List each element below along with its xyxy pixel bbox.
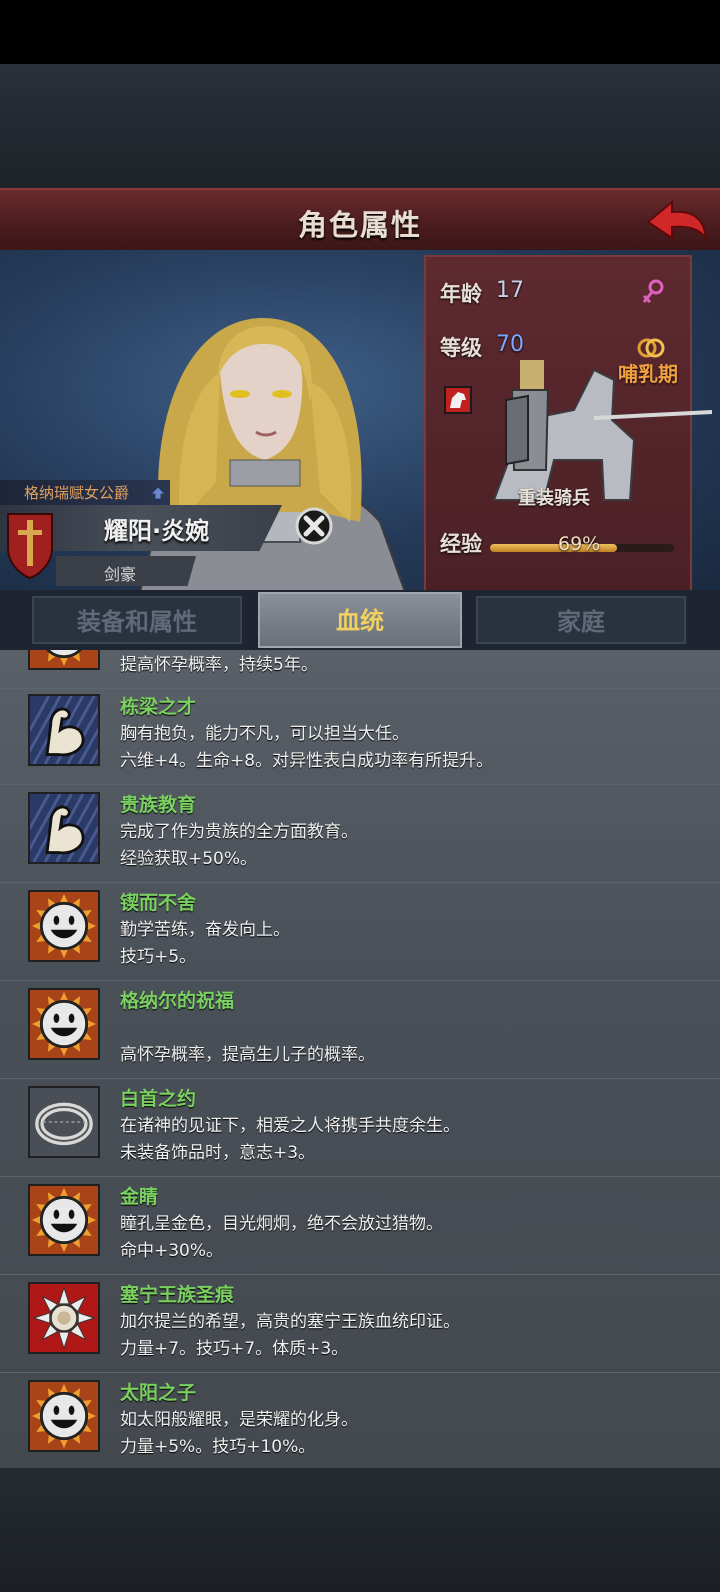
trait-effect: 命中+30%。 <box>120 1241 224 1261</box>
trait-effect: 技巧+5。 <box>120 947 197 967</box>
noble-title: 格纳瑞赋女公爵 <box>0 480 170 506</box>
trait-name: 金睛 <box>120 1186 159 1208</box>
status-bar <box>0 0 720 64</box>
trait-row[interactable]: 锲而不舍勤学苦练，奋发向上。 技巧+5。 <box>0 882 720 981</box>
trait-row[interactable]: 贵族教育完成了作为贵族的全方面教育。 经验获取+50%。 <box>0 784 720 883</box>
trait-row[interactable]: 太阳之子如太阳般耀眼，是荣耀的化身。 力量+5%。技巧+10%。 <box>0 1372 720 1468</box>
trait-list[interactable]: 提高怀孕概率，持续5年。 栋梁之才胸有抱负，能力不凡，可以担当大任。六维+4。生命… <box>0 650 720 1468</box>
trait-effect: 未装备饰品时，意志+3。 <box>120 1143 316 1163</box>
sun-face-icon <box>28 1380 100 1452</box>
trait-row[interactable]: 塞宁王族圣痕加尔提兰的希望，高贵的塞宁王族血统印证。 力量+7。技巧+7。体质+3… <box>0 1274 720 1373</box>
trait-effect: 力量+7。技巧+7。体质+3。 <box>120 1339 349 1359</box>
trait-description: 在诸神的见证下，相爱之人将携手共度余生。 <box>120 1116 460 1136</box>
trait-name: 白首之约 <box>120 1088 197 1110</box>
close-icon[interactable] <box>294 506 334 546</box>
trait-name: 锲而不舍 <box>120 892 197 914</box>
cavalry-badge-icon <box>444 386 472 414</box>
trait-description: 加尔提兰的希望，高贵的塞宁王族血统印证。 <box>120 1312 460 1332</box>
sun-face-icon <box>28 988 100 1060</box>
crest-shield-icon <box>7 513 53 580</box>
trait-description: 瞳孔呈金色，目光炯炯，绝不会放过猎物。 <box>120 1214 443 1234</box>
trait-description: 勤学苦练，奋发向上。 <box>120 920 290 940</box>
tab-bar: 装备和属性 血统 家庭 <box>0 590 720 650</box>
exp-value: 69% <box>558 533 601 555</box>
back-arrow-icon[interactable] <box>642 196 710 246</box>
trait-effect: 六维+4。生命+8。对异性表白成功率有所提升。 <box>120 751 494 771</box>
level-label: 等级 <box>440 336 482 360</box>
bottom-background <box>0 1468 720 1592</box>
tab-family[interactable]: 家庭 <box>476 596 686 644</box>
age-value: 17 <box>496 278 524 303</box>
top-background <box>0 64 720 188</box>
unit-type-label: 重装骑兵 <box>518 488 590 509</box>
rank-up-icon <box>150 486 166 500</box>
tab-bloodline[interactable]: 血统 <box>258 592 462 648</box>
ring-icon <box>28 1086 100 1158</box>
trait-description: 完成了作为贵族的全方面教育。 <box>120 822 358 842</box>
title-bar: 角色属性 <box>0 188 720 252</box>
trait-effect: 高怀孕概率，提高生儿子的概率。 <box>120 1045 375 1065</box>
page-title: 角色属性 <box>297 208 422 242</box>
trait-description: 提高怀孕概率，持续5年。 <box>120 655 318 675</box>
holy-sun-emblem-icon <box>28 1282 100 1354</box>
tab-equipment[interactable]: 装备和属性 <box>32 596 242 644</box>
sun-face-icon <box>28 1184 100 1256</box>
female-icon <box>642 279 664 304</box>
age-label: 年龄 <box>440 282 482 306</box>
trait-row[interactable]: 提高怀孕概率，持续5年。 <box>0 650 720 689</box>
trait-row[interactable]: 金睛瞳孔呈金色，目光炯炯，绝不会放过猎物。 命中+30%。 <box>0 1176 720 1275</box>
sun-face-icon <box>28 890 100 962</box>
character-name: 耀阳·炎婉 <box>104 517 210 545</box>
character-class: 剑豪 <box>104 565 137 584</box>
trait-name: 贵族教育 <box>120 794 197 816</box>
trait-name: 格纳尔的祝福 <box>120 990 235 1012</box>
trait-effect: 经验获取+50%。 <box>120 849 258 869</box>
trait-name: 栋梁之才 <box>120 696 197 718</box>
sun-face-icon <box>28 650 100 670</box>
trait-name: 塞宁王族圣痕 <box>120 1284 235 1306</box>
trait-description: 如太阳般耀眼，是荣耀的化身。 <box>120 1410 358 1430</box>
trait-row[interactable]: 白首之约在诸神的见证下，相爱之人将携手共度余生。 未装备饰品时，意志+3。 <box>0 1078 720 1177</box>
flexed-arm-icon <box>9 792 130 864</box>
trait-effect: 力量+5%。技巧+10%。 <box>120 1437 316 1457</box>
flexed-arm-icon <box>9 694 130 766</box>
trait-row[interactable]: 格纳尔的祝福高怀孕概率，提高生儿子的概率。 <box>0 980 720 1079</box>
trait-row[interactable]: 栋梁之才胸有抱负，能力不凡，可以担当大任。六维+4。生命+8。对异性表白成功率有… <box>0 686 720 785</box>
trait-name: 太阳之子 <box>120 1382 197 1404</box>
trait-description: 胸有抱负，能力不凡，可以担当大任。 <box>120 724 409 744</box>
exp-label: 经验 <box>440 532 482 556</box>
